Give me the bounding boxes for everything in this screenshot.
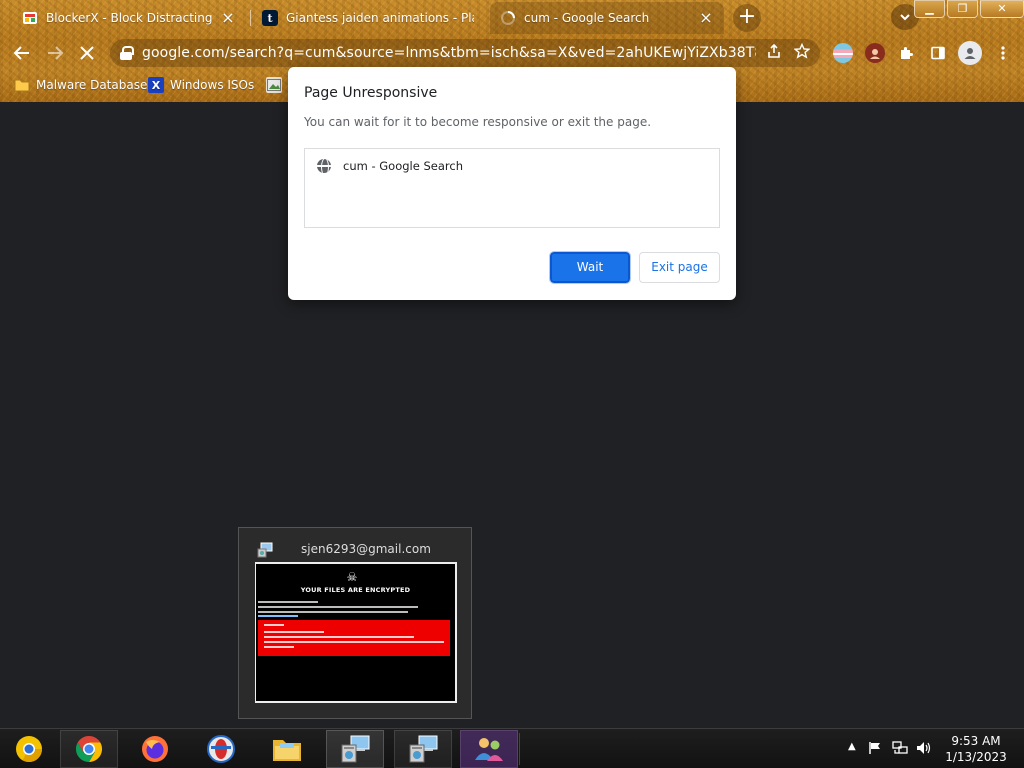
taskbar-firefox[interactable] [126,730,184,768]
taskbar-file-explorer[interactable] [258,730,316,768]
stop-loading-icon[interactable] [76,42,98,64]
x-logo-icon: X [148,77,164,93]
chevron-up-icon[interactable]: ▲ [848,741,856,752]
extension-avatar-icon[interactable] [865,43,885,63]
installer-icon [409,735,438,763]
volume-icon[interactable] [916,741,932,759]
bookmark-malware-database[interactable]: Malware Database [14,75,147,95]
image-bookmark-icon [266,77,282,93]
forward-arrow-icon[interactable] [44,42,66,64]
users-icon [475,738,503,761]
taskbar-thumbnail-preview[interactable]: sjen6293@gmail.com ☠ YOUR FILES ARE ENCR… [238,527,472,719]
preview-title: sjen6293@gmail.com [301,542,431,556]
bookmark-image[interactable] [266,75,288,95]
close-icon[interactable]: × [698,10,714,26]
side-panel-icon[interactable] [928,43,948,63]
folder-icon [14,77,30,93]
file-explorer-icon [273,740,301,761]
firefox-icon [142,736,168,762]
skull-crossbones-icon: ☠ [346,570,358,584]
dialog-message: You can wait for it to become responsive… [304,115,652,129]
chrome-canary-icon [16,736,43,763]
installer-icon [341,735,370,763]
tab-title: BlockerX - Block Distracting Web [46,11,212,25]
text-line [258,615,298,617]
window-controls: ▁ ❐ ✕ [912,0,1024,18]
text-line [258,611,408,613]
close-window-button[interactable]: ✕ [980,0,1024,18]
more-menu-icon[interactable] [993,43,1013,63]
action-center-flag-icon[interactable] [868,741,882,759]
system-tray: ▲ 9:53 AM 1/13/2023 [824,729,1024,768]
minimize-button[interactable]: ▁ [914,0,945,18]
blockerx-icon [22,10,38,26]
tumblr-icon: t [262,10,278,26]
profile-icon[interactable] [958,41,982,65]
taskbar-installer-2[interactable] [394,730,452,768]
chevron-down-icon [900,14,910,21]
share-icon[interactable] [766,43,782,63]
url-text[interactable]: google.com/search?q=cum&source=lnms&tbm=… [142,45,756,61]
taskbar-opera[interactable] [192,730,250,768]
ransomware-window-thumbnail: ☠ YOUR FILES ARE ENCRYPTED [255,562,457,703]
bookmark-windows-isos[interactable]: X Windows ISOs [148,75,254,95]
list-item: cum - Google Search [317,159,463,173]
tab-title: Giantess jaiden animations - Play [286,11,474,25]
tab-blockerx[interactable]: BlockerX - Block Distracting Web × [12,2,246,34]
taskbar-chrome[interactable] [60,730,118,768]
taskbar-installer-1[interactable] [326,730,384,768]
clock-time: 9:53 AM [951,734,1001,748]
bookmark-label: Malware Database [36,78,148,92]
address-bar[interactable]: google.com/search?q=cum&source=lnms&tbm=… [110,39,820,67]
restore-button[interactable]: ❐ [947,0,978,18]
dialog-title: Page Unresponsive [304,85,438,101]
text-line [258,606,418,608]
opera-icon [207,735,235,763]
lock-icon[interactable] [120,46,134,60]
wait-button[interactable]: Wait [549,251,631,284]
unresponsive-page-list: cum - Google Search [304,148,720,228]
extensions-puzzle-icon[interactable] [896,43,916,63]
tab-giantess[interactable]: t Giantess jaiden animations - Play [252,2,484,34]
ransom-heading: YOUR FILES ARE ENCRYPTED [300,586,411,594]
taskbar-clock[interactable]: 9:53 AM 1/13/2023 [944,733,1008,765]
bookmark-label: Windows ISOs [170,78,255,92]
new-tab-button[interactable]: + [733,4,761,32]
taskbar-chrome-canary[interactable] [0,730,58,768]
taskbar-users[interactable] [460,730,518,768]
loading-spinner-icon [500,10,516,26]
page-item-title: cum - Google Search [343,159,463,173]
tab-separator [250,10,251,26]
tab-google-search[interactable]: cum - Google Search × [490,2,724,34]
back-arrow-icon[interactable] [11,42,33,64]
page-unresponsive-dialog: Page Unresponsive You can wait for it to… [288,67,736,300]
windows-taskbar: ▲ 9:53 AM 1/13/2023 [0,728,1024,768]
tab-title: cum - Google Search [524,11,650,25]
navigation-bar: google.com/search?q=cum&source=lnms&tbm=… [0,36,1024,70]
close-icon[interactable]: × [220,10,236,26]
bookmark-star-icon[interactable] [793,42,811,63]
text-line [258,601,318,603]
warning-box [258,620,450,656]
globe-icon [317,159,331,173]
network-icon[interactable] [892,741,908,759]
chrome-icon [75,735,103,763]
clock-date: 1/13/2023 [945,750,1007,764]
extension-flag-icon[interactable] [833,43,853,63]
taskbar-divider [519,733,520,765]
exit-page-button[interactable]: Exit page [639,252,720,283]
installer-icon [257,542,273,558]
